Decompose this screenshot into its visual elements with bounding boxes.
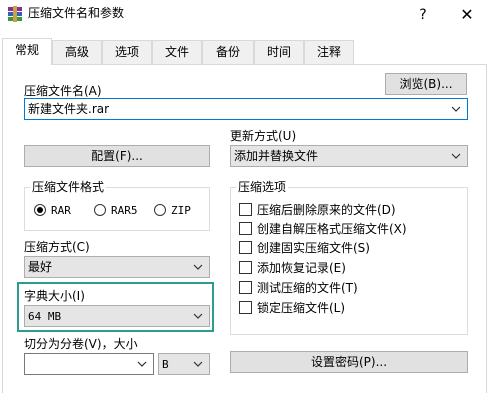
option-recovery-record-label: 添加恢复记录(E) xyxy=(257,261,346,275)
tab-general[interactable]: 常规 xyxy=(2,38,52,65)
chevron-down-icon xyxy=(193,257,203,277)
browse-button[interactable]: 浏览(B)... xyxy=(385,73,467,95)
close-button[interactable]: ✕ xyxy=(455,5,479,25)
radio-rar-label: RAR xyxy=(51,204,71,217)
chevron-down-icon xyxy=(193,354,203,374)
compression-method-select[interactable]: 最好 xyxy=(24,256,210,278)
chevron-down-icon[interactable] xyxy=(451,99,461,119)
option-lock-archive-label: 锁定压缩文件(L) xyxy=(257,301,346,315)
archive-name-label: 压缩文件名(A) xyxy=(24,84,102,98)
dictionary-size-label: 字典大小(I) xyxy=(24,289,85,303)
compression-method-value: 最好 xyxy=(28,260,53,274)
chevron-down-icon xyxy=(451,146,461,166)
chevron-down-icon xyxy=(193,306,203,326)
tab-options[interactable]: 选项 xyxy=(102,40,152,64)
radio-zip[interactable] xyxy=(154,204,166,216)
option-create-solid-label: 创建固实压缩文件(S) xyxy=(257,241,370,255)
split-volumes-unit-select[interactable]: B xyxy=(158,353,210,375)
tab-advanced[interactable]: 高级 xyxy=(52,40,102,64)
update-mode-value: 添加并替换文件 xyxy=(234,149,319,163)
update-mode-label: 更新方式(U) xyxy=(230,129,297,143)
split-volumes-size-field[interactable] xyxy=(24,353,154,375)
winrar-app-icon xyxy=(7,6,23,22)
checkbox-test-files[interactable] xyxy=(239,281,252,294)
radio-rar5[interactable] xyxy=(94,204,106,216)
help-button[interactable]: ? xyxy=(413,5,433,25)
tab-time[interactable]: 时间 xyxy=(254,40,304,64)
checkbox-delete-after[interactable] xyxy=(239,203,252,216)
radio-rar5-label: RAR5 xyxy=(111,204,138,217)
update-mode-select[interactable]: 添加并替换文件 xyxy=(230,145,468,167)
split-volumes-label: 切分为分卷(V)，大小 xyxy=(24,337,138,351)
dictionary-size-select[interactable]: 64 MB xyxy=(24,305,210,327)
tab-comment[interactable]: 注释 xyxy=(304,40,354,64)
archive-format-title: 压缩文件格式 xyxy=(30,180,107,194)
checkbox-create-sfx[interactable] xyxy=(239,222,252,235)
tab-backup[interactable]: 备份 xyxy=(202,40,254,64)
option-delete-after-label: 压缩后删除原来的文件(D) xyxy=(257,203,396,217)
radio-rar[interactable] xyxy=(34,204,46,216)
archive-name-field[interactable]: 新建文件夹.rar xyxy=(24,98,468,120)
window-title: 压缩文件名和参数 xyxy=(28,6,125,20)
compression-method-label: 压缩方式(C) xyxy=(24,240,90,254)
chevron-down-icon[interactable] xyxy=(137,354,147,374)
profiles-button[interactable]: 配置(F)... xyxy=(24,145,210,167)
archive-name-value: 新建文件夹.rar xyxy=(28,102,110,116)
tab-files[interactable]: 文件 xyxy=(152,40,202,64)
checkbox-lock-archive[interactable] xyxy=(239,301,252,314)
dictionary-size-value: 64 MB xyxy=(28,310,62,323)
split-volumes-unit-value: B xyxy=(162,358,169,371)
option-create-sfx-label: 创建自解压格式压缩文件(X) xyxy=(257,222,407,236)
option-test-files-label: 测试压缩的文件(T) xyxy=(257,281,358,295)
archive-options-title: 压缩选项 xyxy=(236,180,289,194)
checkbox-create-solid[interactable] xyxy=(239,241,252,254)
set-password-button[interactable]: 设置密码(P)... xyxy=(230,351,468,373)
radio-zip-label: ZIP xyxy=(171,204,191,217)
checkbox-recovery-record[interactable] xyxy=(239,261,252,274)
